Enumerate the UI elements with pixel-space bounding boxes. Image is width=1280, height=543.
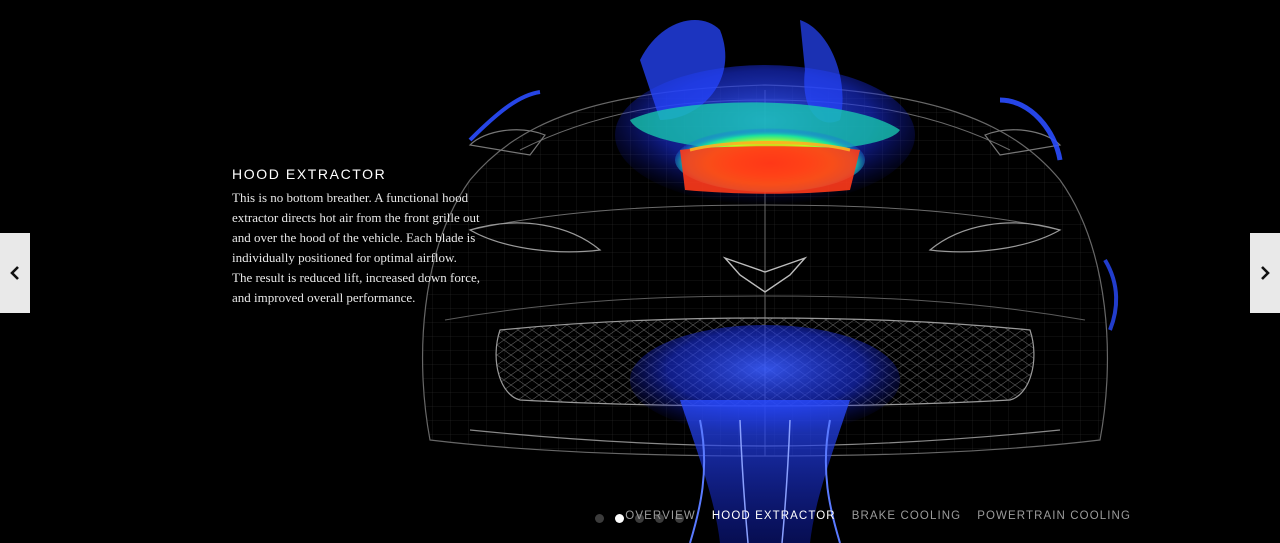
nav-item-overview[interactable]: OVERVIEW bbox=[625, 510, 696, 522]
feature-info-panel: HOOD EXTRACTOR This is no bottom breathe… bbox=[232, 166, 532, 308]
nav-item-powertrain-cooling[interactable]: POWERTRAIN COOLING bbox=[977, 510, 1131, 522]
pagination-dot-active[interactable] bbox=[615, 514, 624, 523]
pagination-dot[interactable] bbox=[595, 514, 604, 523]
car-airflow-visualization bbox=[421, 20, 1119, 543]
chevron-left-icon bbox=[10, 266, 19, 280]
nav-item-hood-extractor[interactable]: HOOD EXTRACTOR bbox=[712, 510, 836, 522]
description-line: individually positioned for optimal airf… bbox=[232, 250, 457, 265]
chevron-right-icon bbox=[1261, 266, 1270, 280]
description-line: and over the hood of the vehicle. Each b… bbox=[232, 230, 476, 245]
description-line: extractor directs hot air from the front… bbox=[232, 210, 480, 225]
feature-title: HOOD EXTRACTOR bbox=[232, 166, 387, 182]
nav-item-brake-cooling[interactable]: BRAKE COOLING bbox=[852, 510, 962, 522]
feature-stage bbox=[0, 0, 1280, 543]
next-slide-button[interactable] bbox=[1250, 233, 1280, 313]
description-line: The result is reduced lift, increased do… bbox=[232, 270, 480, 285]
section-navigation: OVERVIEW HOOD EXTRACTOR BRAKE COOLING PO… bbox=[625, 510, 1131, 522]
previous-slide-button[interactable] bbox=[0, 233, 30, 313]
feature-description: This is no bottom breather. A functional… bbox=[232, 188, 532, 308]
description-line: and improved overall performance. bbox=[232, 290, 416, 305]
description-line: This is no bottom breather. A functional… bbox=[232, 190, 469, 205]
